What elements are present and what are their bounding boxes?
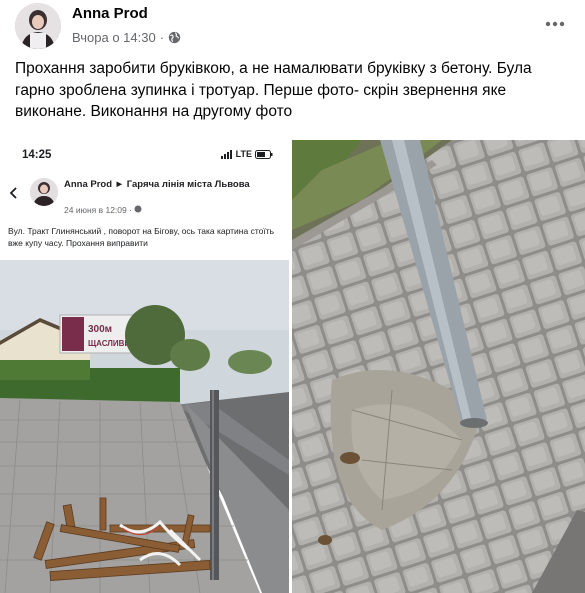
- signal-icon: [220, 149, 232, 159]
- phone-status-bar: 14:25 LTE: [0, 140, 289, 172]
- post-timestamp[interactable]: Вчора о 14:30: [72, 30, 156, 45]
- pavement-photo: [292, 140, 585, 593]
- post-meta: Вчора о 14:30 ·: [72, 30, 181, 45]
- photo-result[interactable]: [292, 140, 585, 593]
- inner-date: 24 июня в 12:09: [64, 205, 127, 215]
- post-text: Прохання заробити бруківкою, а не намалю…: [15, 60, 532, 120]
- back-arrow-icon: [8, 186, 20, 204]
- inner-author: Anna Prod: [64, 179, 113, 190]
- author-avatar[interactable]: [15, 3, 61, 49]
- inner-dot: ·: [129, 205, 132, 215]
- photo-screenshot[interactable]: 14:25 LTE Anna Prod ► Гаряча лінія міста…: [0, 140, 289, 593]
- inner-date-line: 24 июня в 12:09 ·: [64, 205, 142, 215]
- globe-icon[interactable]: [168, 31, 181, 44]
- inner-arrow: ►: [114, 179, 125, 190]
- billboard-number: 300м: [88, 324, 112, 335]
- street-photo: 300м ЩАСЛИВИЙ: [0, 260, 289, 593]
- phone-time: 14:25: [22, 149, 52, 161]
- inner-globe-icon: [134, 205, 142, 213]
- network-type: LTE: [235, 149, 252, 159]
- inner-avatar: [30, 178, 58, 206]
- inner-author-line: Anna Prod ► Гаряча лінія міста Львова: [64, 179, 284, 191]
- phone-status-icons: LTE: [220, 149, 273, 159]
- post-header: Anna Prod Вчора о 14:30 ·: [0, 0, 585, 52]
- battery-icon: [255, 149, 273, 159]
- inner-text: Вул. Тракт Глинянський , поворот на Біго…: [8, 226, 275, 248]
- post-photos: 14:25 LTE Anna Prod ► Гаряча лінія міста…: [0, 140, 585, 593]
- inner-post: Anna Prod ► Гаряча лінія міста Львова 24…: [0, 172, 289, 262]
- more-options-icon[interactable]: [543, 12, 567, 36]
- meta-separator: ·: [159, 30, 165, 45]
- author-name[interactable]: Anna Prod: [72, 5, 148, 22]
- inner-group: Гаряча лінія міста Львова: [126, 179, 250, 190]
